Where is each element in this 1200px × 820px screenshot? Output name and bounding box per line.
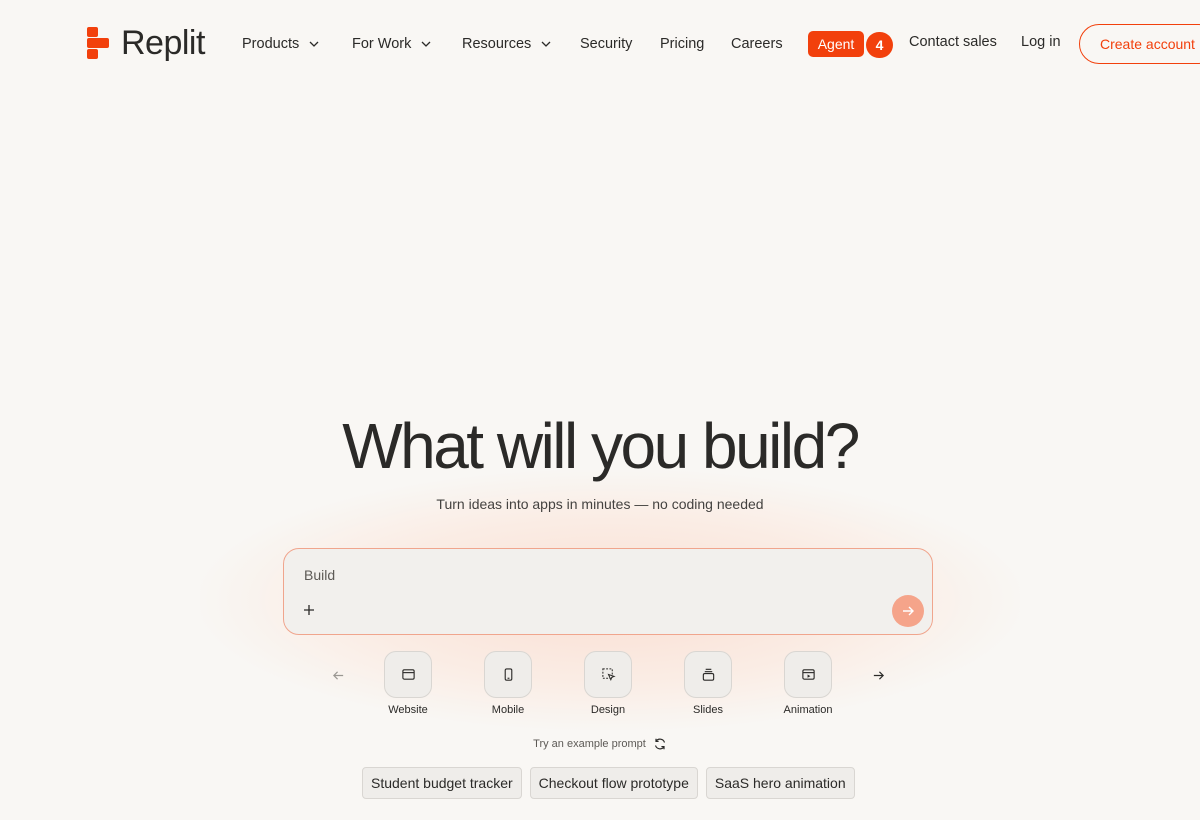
- app-type-label: Design: [590, 704, 626, 716]
- refresh-examples-button[interactable]: [653, 737, 667, 751]
- agent-count-badge: 4: [866, 32, 893, 58]
- carousel-next-button[interactable]: [868, 665, 888, 685]
- page: Replit Products For Work Resources Secur…: [0, 0, 1200, 820]
- carousel-prev-button[interactable]: [328, 665, 348, 685]
- add-attachment-button[interactable]: [300, 601, 318, 619]
- prompt-box: [283, 548, 933, 635]
- select-cursor-icon: [601, 668, 616, 681]
- submit-prompt-button[interactable]: [892, 595, 924, 627]
- plus-icon: [304, 605, 314, 615]
- nav-careers[interactable]: Careers: [731, 30, 783, 58]
- app-type-website[interactable]: Website: [384, 651, 432, 716]
- create-account-button[interactable]: Create account: [1079, 24, 1200, 64]
- nav-resources-label: Resources: [462, 36, 532, 52]
- app-type-slides[interactable]: Slides: [684, 651, 732, 716]
- phone-icon: [504, 668, 512, 681]
- refresh-icon: [654, 738, 665, 750]
- example-chips: Student budget tracker Checkout flow pro…: [362, 767, 855, 799]
- hero-headline: What will you build?: [342, 410, 860, 482]
- replit-logo-icon: [87, 27, 109, 59]
- example-prompt-row: Try an example prompt: [0, 737, 1200, 751]
- app-type-animation[interactable]: Animation: [784, 651, 832, 716]
- chevron-down-icon: [541, 41, 551, 47]
- build-prompt-input[interactable]: [304, 565, 864, 585]
- slides-stack-icon: [702, 668, 714, 681]
- app-type-mobile[interactable]: Mobile: [484, 651, 532, 716]
- example-chip[interactable]: SaaS hero animation: [705, 767, 855, 799]
- app-type-design[interactable]: Design: [584, 651, 632, 716]
- nav-contact-sales[interactable]: Contact sales: [909, 28, 997, 56]
- agent-button[interactable]: Agent: [808, 31, 864, 57]
- chevron-down-icon: [309, 41, 319, 47]
- arrow-right-icon: [903, 606, 914, 616]
- chevron-down-icon: [421, 41, 431, 47]
- top-navigation: Replit Products For Work Resources Secur…: [0, 0, 1200, 86]
- example-chip[interactable]: Checkout flow prototype: [529, 767, 698, 799]
- example-prompt-label: Try an example prompt: [533, 738, 646, 750]
- video-play-icon: [801, 669, 815, 680]
- nav-products[interactable]: Products: [242, 30, 320, 58]
- nav-products-label: Products: [242, 36, 300, 52]
- arrow-right-icon: [873, 670, 884, 680]
- nav-security[interactable]: Security: [580, 30, 632, 58]
- logo-wordmark: Replit: [121, 24, 205, 62]
- example-chip[interactable]: Student budget tracker: [362, 767, 522, 799]
- nav-pricing[interactable]: Pricing: [660, 30, 704, 58]
- nav-for-work-label: For Work: [352, 36, 412, 52]
- nav-log-in[interactable]: Log in: [1021, 28, 1061, 56]
- app-type-label: Mobile: [491, 704, 525, 716]
- app-type-label: Slides: [693, 704, 723, 716]
- replit-logo[interactable]: Replit: [86, 24, 205, 62]
- nav-resources[interactable]: Resources: [462, 30, 552, 58]
- browser-window-icon: [401, 669, 415, 680]
- app-type-label: Animation: [783, 704, 833, 716]
- arrow-left-icon: [332, 670, 343, 680]
- nav-for-work[interactable]: For Work: [352, 30, 432, 58]
- hero-subhead: Turn ideas into apps in minutes — no cod…: [436, 496, 764, 512]
- app-type-label: Website: [388, 704, 428, 716]
